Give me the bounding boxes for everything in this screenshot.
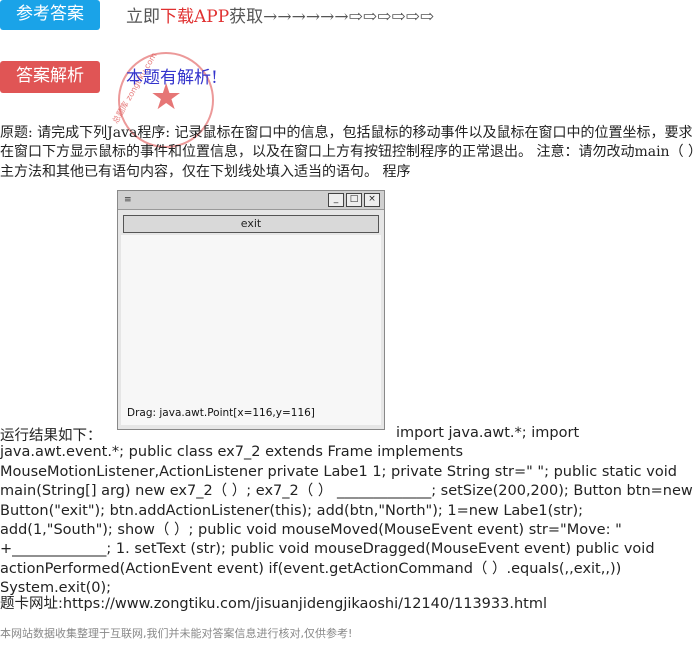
code-text: import java.awt.*; import java.awt.event… xyxy=(0,424,700,599)
maximize-icon: □ xyxy=(346,193,362,207)
question-url[interactable]: 题卡网址:https://www.zongtiku.com/jisuanjide… xyxy=(0,592,547,613)
exit-button: exit xyxy=(123,215,379,233)
code-body: import java.awt.*; import java.awt.event… xyxy=(0,425,693,597)
window-menu-icon: ≡ xyxy=(124,195,132,205)
question-text: 原题: 请完成下列Java程序: 记录鼠标在窗口中的信息，包括鼠标的移动事件以及… xyxy=(0,125,696,180)
window-controls: _ □ × xyxy=(328,193,380,207)
status-label: Drag: java.awt.Point[x=116,y=116] xyxy=(127,407,315,419)
minimize-icon: _ xyxy=(328,193,344,207)
program-screenshot: ≡ _ □ × exit Drag: java.awt.Point[x=116,… xyxy=(117,190,385,430)
window-titlebar: ≡ _ □ × xyxy=(118,191,384,210)
window-canvas: Drag: java.awt.Point[x=116,y=116] xyxy=(121,235,381,425)
download-app-link[interactable]: 下载APP xyxy=(160,7,229,27)
analysis-button[interactable]: 答案解析 xyxy=(0,61,100,93)
topline-suffix: 获取→→→→→→⇨⇨⇨⇨⇨⇨ xyxy=(229,7,435,27)
close-icon: × xyxy=(364,193,380,207)
disclaimer: 本网站数据收集整理于互联网,我们并未能对答案信息进行核对,仅供参考! xyxy=(0,627,353,640)
topline-prefix: 立即 xyxy=(126,7,160,27)
answer-button[interactable]: 参考答案 xyxy=(0,0,100,30)
analysis-link[interactable]: 本题有解析! xyxy=(126,63,218,88)
download-app-prompt[interactable]: 立即下载APP获取→→→→→→⇨⇨⇨⇨⇨⇨ xyxy=(126,2,434,27)
